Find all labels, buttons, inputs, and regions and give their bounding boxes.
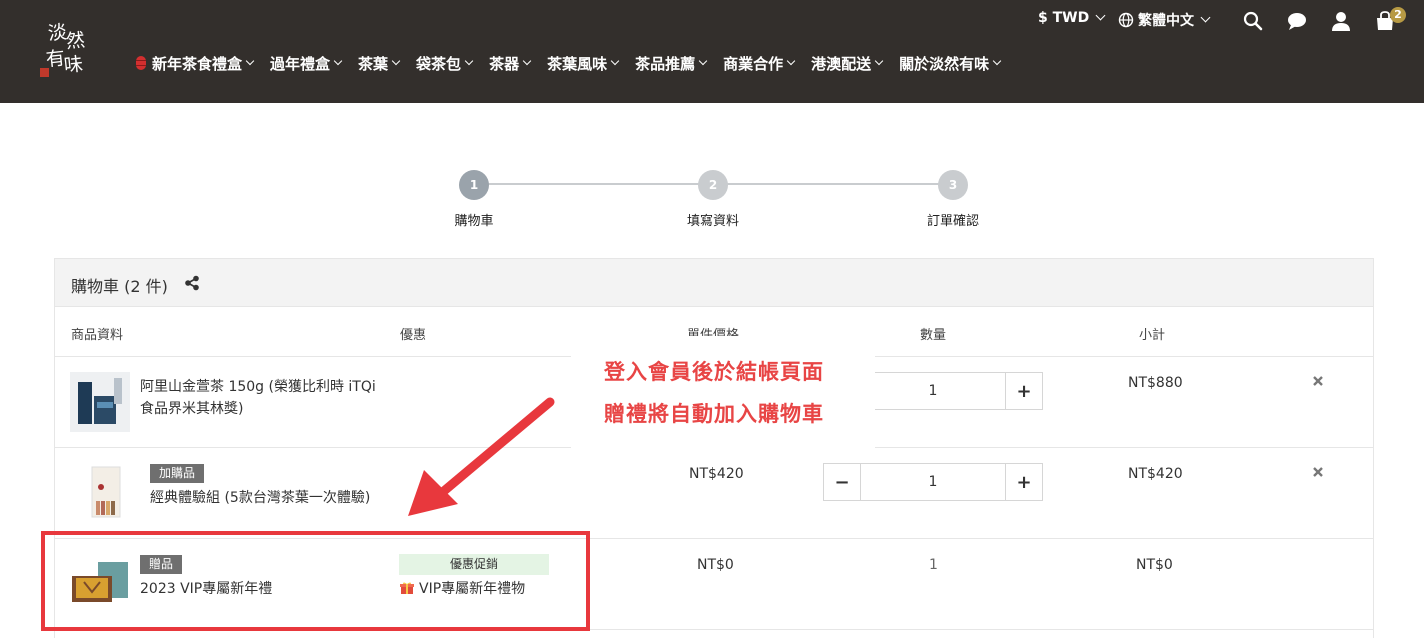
quantity-input[interactable]: 1 xyxy=(860,373,1006,409)
decrease-quantity-button[interactable]: − xyxy=(824,464,860,500)
site-header: 淡 然 有 味 $ TWD 繁體中文 2 新年茶食禮盒 過年禮盒 茶葉 袋茶包 … xyxy=(0,0,1424,103)
currency-selector[interactable]: $ TWD xyxy=(1038,10,1106,26)
nav-item-label: 商業合作 xyxy=(723,54,784,73)
nav-item-business[interactable]: 商業合作 xyxy=(723,53,796,74)
cart-title: 購物車 (2 件) xyxy=(71,277,168,296)
product-thumbnail[interactable] xyxy=(70,372,130,432)
nav-item-tea-bags[interactable]: 袋茶包 xyxy=(416,53,474,74)
column-header-discount: 優惠 xyxy=(400,328,427,343)
chevron-down-icon xyxy=(1095,10,1106,21)
chevron-down-icon xyxy=(698,56,708,65)
annotation-arrow-icon xyxy=(408,397,555,516)
annotation-line-1: 登入會員後於結帳頁面 xyxy=(604,360,824,384)
chevron-down-icon xyxy=(786,56,796,65)
unit-price: NT$0 xyxy=(697,557,734,573)
nav-item-holiday-gift-box[interactable]: 過年禮盒 xyxy=(270,53,343,74)
chat-icon[interactable] xyxy=(1286,10,1308,32)
nav-item-label: 港澳配送 xyxy=(811,54,872,73)
quantity-stepper: − 1 + xyxy=(823,463,1043,501)
chevron-down-icon xyxy=(1200,12,1211,23)
nav-item-about[interactable]: 關於淡然有味 xyxy=(899,53,1002,74)
increase-quantity-button[interactable]: + xyxy=(1006,373,1042,409)
language-label: 繁體中文 xyxy=(1138,13,1194,29)
add-on-tag: 加購品 xyxy=(150,464,205,483)
product-name[interactable]: 阿里山金萱茶 150g (榮獲比利時 iTQi 食品界米其林獎) xyxy=(140,376,380,420)
nav-item-label: 袋茶包 xyxy=(416,54,462,73)
share-icon[interactable] xyxy=(184,275,200,291)
product-thumbnail[interactable] xyxy=(70,463,130,523)
logo-glyph: 然 xyxy=(64,29,87,53)
gift-row-highlight xyxy=(41,531,590,631)
chevron-down-icon xyxy=(391,56,401,65)
product-name[interactable]: 經典體驗組 (5款台灣茶葉一次體驗) xyxy=(150,487,370,509)
nav-item-recommendations[interactable]: 茶品推薦 xyxy=(635,53,708,74)
nav-item-tea-flavor[interactable]: 茶葉風味 xyxy=(547,53,620,74)
logo-seal xyxy=(40,68,49,77)
step-1-label: 購物車 xyxy=(454,214,494,229)
nav-item-new-year-gift-box[interactable]: 新年茶食禮盒 xyxy=(136,53,255,74)
step-2-label: 填寫資料 xyxy=(686,214,739,229)
cart-panel-header: 購物車 (2 件) xyxy=(55,259,1373,307)
nav-item-label: 過年禮盒 xyxy=(270,54,331,73)
nav-item-tea-leaves[interactable]: 茶葉 xyxy=(358,53,401,74)
main-nav: 新年茶食禮盒 過年禮盒 茶葉 袋茶包 茶器 茶葉風味 茶品推薦 商業合作 港澳配… xyxy=(136,52,1017,74)
nav-item-label: 茶品推薦 xyxy=(635,54,696,73)
lantern-icon xyxy=(136,56,146,70)
chevron-down-icon xyxy=(874,56,884,65)
increase-quantity-button[interactable]: + xyxy=(1006,464,1042,500)
item-subtotal: NT$880 xyxy=(1128,375,1183,391)
annotation-line-2: 贈禮將自動加入購物車 xyxy=(604,402,824,426)
nav-item-hk-macau-shipping[interactable]: 港澳配送 xyxy=(811,53,884,74)
brand-logo[interactable]: 淡 然 有 味 xyxy=(36,21,92,82)
nav-item-teaware[interactable]: 茶器 xyxy=(489,53,532,74)
quantity-input[interactable]: 1 xyxy=(860,464,1006,500)
item-subtotal: NT$420 xyxy=(1128,466,1183,482)
globe-icon xyxy=(1118,12,1134,28)
chevron-down-icon xyxy=(333,56,343,65)
item-subtotal: NT$0 xyxy=(1136,557,1173,573)
remove-item-icon[interactable] xyxy=(1312,466,1324,478)
language-selector[interactable]: 繁體中文 xyxy=(1118,10,1211,30)
nav-item-label: 新年茶食禮盒 xyxy=(152,54,243,73)
column-header-subtotal: 小計 xyxy=(1139,328,1166,343)
step-3-indicator: 3 xyxy=(938,170,968,200)
nav-item-label: 茶葉 xyxy=(358,54,389,73)
step-3-label: 訂單確認 xyxy=(926,214,979,229)
chevron-down-icon xyxy=(522,56,532,65)
chevron-down-icon xyxy=(245,56,255,65)
cart-count-badge: 2 xyxy=(1390,7,1406,23)
column-header-quantity: 數量 xyxy=(920,328,947,343)
nav-item-label: 茶器 xyxy=(489,54,520,73)
column-header-product: 商品資料 xyxy=(71,328,124,343)
user-icon[interactable] xyxy=(1330,10,1352,32)
remove-item-icon[interactable] xyxy=(1312,375,1324,387)
unit-price: NT$420 xyxy=(689,466,744,482)
logo-glyph: 味 xyxy=(62,53,85,77)
nav-item-label: 關於淡然有味 xyxy=(899,54,990,73)
currency-label: $ TWD xyxy=(1038,10,1090,26)
chevron-down-icon xyxy=(992,56,1002,65)
chevron-down-icon xyxy=(610,56,620,65)
chevron-down-icon xyxy=(464,56,474,65)
quantity-value: 1 xyxy=(929,557,938,573)
nav-item-label: 茶葉風味 xyxy=(547,54,608,73)
step-1-indicator: 1 xyxy=(459,170,489,200)
step-2-indicator: 2 xyxy=(698,170,728,200)
annotation-notice-box xyxy=(571,336,875,448)
search-icon[interactable] xyxy=(1242,10,1264,32)
